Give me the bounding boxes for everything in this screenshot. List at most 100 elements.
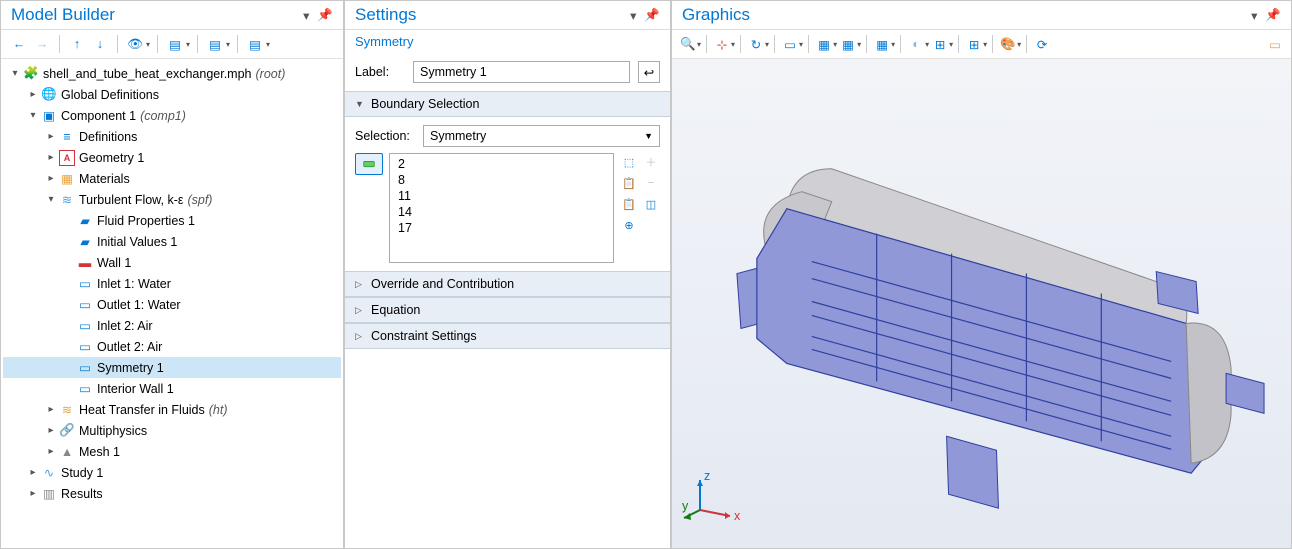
active-toggle-button[interactable] xyxy=(355,153,383,175)
tree-multiphysics[interactable]: ▸🔗 Multiphysics xyxy=(3,420,341,441)
tree-outlet-air[interactable]: ▸▭ Outlet 2: Air xyxy=(3,336,341,357)
tree-heat-transfer[interactable]: ▸≋ Heat Transfer in Fluids (ht) xyxy=(3,399,341,420)
tree-symmetry[interactable]: ▸▭ Symmetry 1 xyxy=(3,357,341,378)
selection-listbox[interactable]: 2 8 11 14 17 xyxy=(389,153,614,263)
geometry-icon: A xyxy=(59,150,75,166)
list-item[interactable]: 2 xyxy=(392,156,611,172)
add-icon[interactable]: ⊕ xyxy=(620,216,638,234)
svg-text:x: x xyxy=(734,509,741,523)
heat-icon: ≋ xyxy=(59,402,75,418)
svg-text:y: y xyxy=(682,499,689,513)
tree-initial-values[interactable]: ▸▰ Initial Values 1 xyxy=(3,231,341,252)
selection-row: Selection: Symmetry ▼ xyxy=(355,125,660,147)
snapshot-icon[interactable]: ⟳ xyxy=(1032,34,1052,54)
transparency-icon[interactable]: ◐ xyxy=(906,34,926,54)
pin-icon[interactable]: 📌 xyxy=(315,6,335,25)
panel-controls: ▾ 📌 xyxy=(628,6,662,25)
list-item[interactable]: 8 xyxy=(392,172,611,188)
select-icon[interactable]: ◫ xyxy=(642,195,660,213)
constraint-section[interactable]: ▷ Constraint Settings xyxy=(345,323,670,349)
equation-section[interactable]: ▷ Equation xyxy=(345,297,670,323)
tree-wall[interactable]: ▸▬ Wall 1 xyxy=(3,252,341,273)
down-icon[interactable]: ↓ xyxy=(90,34,110,54)
boundary-icon: ▭ xyxy=(77,339,93,355)
forward-icon[interactable]: → xyxy=(32,34,52,54)
collapse-icon[interactable]: ▤ xyxy=(205,34,225,54)
domain-icon: ▰ xyxy=(77,213,93,229)
component-icon: ▣ xyxy=(41,108,57,124)
tree-component[interactable]: ▾▣ Component 1 (comp1) xyxy=(3,105,341,126)
model-builder-header: Model Builder ▾ 📌 xyxy=(1,1,343,30)
model-3d-view xyxy=(672,59,1291,548)
select-icon[interactable]: ▦ xyxy=(814,34,834,54)
zoom-box-icon[interactable]: ⊹ xyxy=(712,34,732,54)
minus-icon[interactable]: − xyxy=(642,174,660,192)
sort-icon[interactable]: ▤ xyxy=(245,34,265,54)
active-icon xyxy=(362,157,376,171)
wall-icon: ▬ xyxy=(77,255,93,271)
tree-geometry[interactable]: ▸A Geometry 1 xyxy=(3,147,341,168)
study-icon: ∿ xyxy=(41,465,57,481)
graphics-canvas[interactable]: x z y xyxy=(672,59,1291,548)
list-item[interactable]: 11 xyxy=(392,188,611,204)
copy-icon[interactable]: 📋 xyxy=(620,174,638,192)
boundary-icon: ▭ xyxy=(77,318,93,334)
hide-icon[interactable]: ▦ xyxy=(838,34,858,54)
lighting-icon[interactable]: 🎨 xyxy=(998,34,1018,54)
tree-study[interactable]: ▸∿ Study 1 xyxy=(3,462,341,483)
pin-icon[interactable]: 📌 xyxy=(642,6,662,25)
expand-icon[interactable]: ▤ xyxy=(165,34,185,54)
tree-fluid-props[interactable]: ▸▰ Fluid Properties 1 xyxy=(3,210,341,231)
tree-results[interactable]: ▸▥ Results xyxy=(3,483,341,504)
rotate-icon[interactable]: ↻ xyxy=(746,34,766,54)
wireframe-icon[interactable]: ⊞ xyxy=(930,34,950,54)
model-builder-panel: Model Builder ▾ 📌 ← → ↑ ↓ 👁▾ ▤▾ ▤▾ ▤▾ ▾🧩… xyxy=(0,0,344,549)
tree-global-defs[interactable]: ▸🌐 Global Definitions xyxy=(3,84,341,105)
show-icon[interactable]: 👁 xyxy=(125,34,145,54)
zoom-selection-icon[interactable]: ⬚ xyxy=(620,153,638,171)
tree-materials[interactable]: ▸▦ Materials xyxy=(3,168,341,189)
view-icon[interactable]: ▭ xyxy=(780,34,800,54)
label-label: Label: xyxy=(355,65,405,79)
mesh-icon: ▲ xyxy=(59,444,75,460)
tree-definitions[interactable]: ▸≡ Definitions xyxy=(3,126,341,147)
zoom-icon[interactable]: 🔍 xyxy=(678,34,698,54)
tree-interior-wall[interactable]: ▸▭ Interior Wall 1 xyxy=(3,378,341,399)
selection-label: Selection: xyxy=(355,129,415,143)
tree-outlet-water[interactable]: ▸▭ Outlet 1: Water xyxy=(3,294,341,315)
selection-dropdown[interactable]: Symmetry ▼ xyxy=(423,125,660,147)
up-icon[interactable]: ↑ xyxy=(67,34,87,54)
boundary-selection-header[interactable]: ▼ Boundary Selection xyxy=(345,91,670,117)
model-builder-toolbar: ← → ↑ ↓ 👁▾ ▤▾ ▤▾ ▤▾ xyxy=(1,30,343,59)
list-item[interactable]: 14 xyxy=(392,204,611,220)
selection-list-icon[interactable]: ▦ xyxy=(872,34,892,54)
plus-icon[interactable]: ＋ xyxy=(642,153,660,171)
graphics-panel: Graphics ▾ 📌 🔍▾ ⊹▾ ↻▾ ▭▾ ▦▾ ▦▾ ▦▾ ◐▾ ⊞▾ … xyxy=(671,0,1292,549)
boundary-icon: ▭ xyxy=(77,276,93,292)
tree-inlet-water[interactable]: ▸▭ Inlet 1: Water xyxy=(3,273,341,294)
info-icon[interactable]: ▭ xyxy=(1265,34,1285,54)
dropdown-icon[interactable]: ▾ xyxy=(1249,6,1259,25)
graphics-header: Graphics ▾ 📌 xyxy=(672,1,1291,30)
reset-button[interactable]: ↩ xyxy=(638,61,660,83)
tree-turbulent-flow[interactable]: ▾≋ Turbulent Flow, k-ε (spf) xyxy=(3,189,341,210)
paste-icon[interactable]: 📋 xyxy=(620,195,638,213)
tree-inlet-air[interactable]: ▸▭ Inlet 2: Air xyxy=(3,315,341,336)
grid-icon[interactable]: ⊞ xyxy=(964,34,984,54)
settings-panel: Settings ▾ 📌 Symmetry Label: ↩ ▼ Boundar… xyxy=(344,0,671,549)
globe-icon: 🌐 xyxy=(41,87,57,103)
chevron-right-icon: ▷ xyxy=(355,331,365,342)
svg-text:z: z xyxy=(704,469,710,483)
override-section[interactable]: ▷ Override and Contribution xyxy=(345,271,670,297)
tree-mesh[interactable]: ▸▲ Mesh 1 xyxy=(3,441,341,462)
dropdown-icon[interactable]: ▾ xyxy=(628,6,638,25)
tree-root[interactable]: ▾🧩 shell_and_tube_heat_exchanger.mph (ro… xyxy=(3,63,341,84)
chevron-right-icon: ▷ xyxy=(355,305,365,316)
graphics-toolbar: 🔍▾ ⊹▾ ↻▾ ▭▾ ▦▾ ▦▾ ▦▾ ◐▾ ⊞▾ ⊞▾ 🎨▾ ⟳ ▭ xyxy=(672,30,1291,59)
list-item[interactable]: 17 xyxy=(392,220,611,236)
pin-icon[interactable]: 📌 xyxy=(1263,6,1283,25)
label-input[interactable] xyxy=(413,61,630,83)
dropdown-icon[interactable]: ▾ xyxy=(301,6,311,25)
selection-body: 2 8 11 14 17 ⬚ 📋 📋 ⊕ ＋ − ◫ xyxy=(355,153,660,263)
back-icon[interactable]: ← xyxy=(9,34,29,54)
